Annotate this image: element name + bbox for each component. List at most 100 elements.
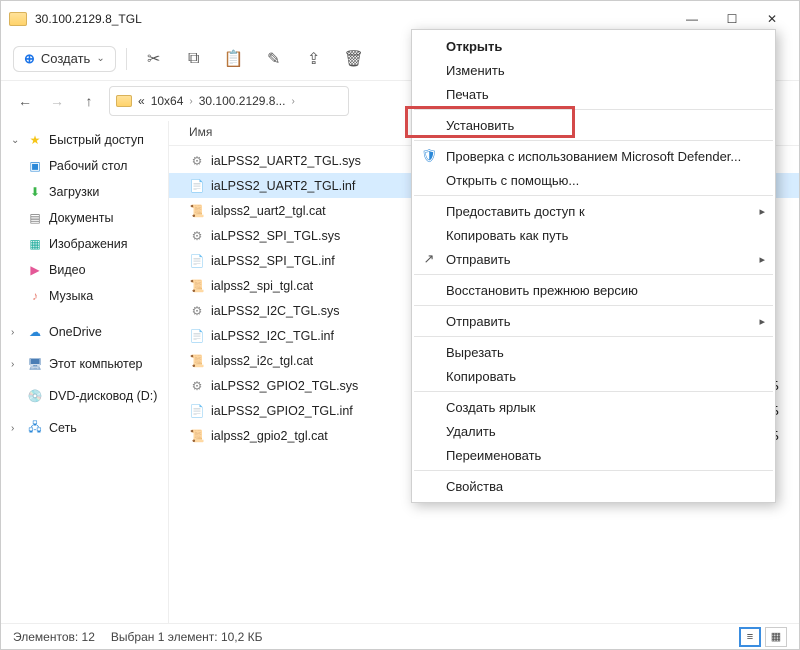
download-icon: ⬇	[27, 184, 43, 200]
new-button-label: Создать	[41, 51, 90, 66]
separator	[414, 336, 773, 337]
window-title: 30.100.2129.8_TGL	[35, 12, 673, 26]
forward-button[interactable]: →	[45, 89, 69, 113]
sidebar-item-onedrive[interactable]: › ☁ OneDrive	[1, 319, 168, 345]
ctx-create-shortcut[interactable]: Создать ярлык	[412, 395, 775, 419]
view-details-button[interactable]: ≡	[739, 627, 761, 647]
ctx-copy[interactable]: Копировать	[412, 364, 775, 388]
view-icons-button[interactable]: ▦	[765, 627, 787, 647]
sidebar-label: Загрузки	[49, 185, 99, 199]
document-icon: ▤	[27, 210, 43, 226]
disc-icon: 💿	[27, 388, 43, 404]
file-icon: ⚙	[189, 153, 205, 169]
chevron-right-icon: ›	[11, 327, 21, 338]
sidebar-item-this-pc[interactable]: › 🖥 Этот компьютер	[1, 351, 168, 377]
breadcrumb-2[interactable]: 30.100.2129.8...	[199, 94, 286, 108]
sidebar: ⌄ ★ Быстрый доступ ▣ Рабочий стол ⬇ Загр…	[1, 121, 169, 623]
file-name: iaLPSS2_SPI_TGL.sys	[211, 229, 340, 243]
separator	[414, 195, 773, 196]
file-name: ialpss2_gpio2_tgl.cat	[211, 429, 328, 443]
ctx-restore-version[interactable]: Восстановить прежнюю версию	[412, 278, 775, 302]
ctx-cut[interactable]: Вырезать	[412, 340, 775, 364]
breadcrumb-1[interactable]: 10x64	[151, 94, 184, 108]
sidebar-item-videos[interactable]: ▶ Видео	[1, 257, 168, 283]
file-name: iaLPSS2_UART2_TGL.sys	[211, 154, 361, 168]
cut-icon[interactable]: ✂	[137, 44, 171, 74]
chevron-icon: ›	[189, 96, 192, 107]
video-icon: ▶	[27, 262, 43, 278]
breadcrumb-pre: «	[138, 94, 145, 108]
copy-icon[interactable]: ⧉	[177, 44, 211, 74]
sidebar-label: Музыка	[49, 289, 93, 303]
ctx-open[interactable]: Открыть	[412, 34, 775, 58]
picture-icon: ▦	[27, 236, 43, 252]
ctx-rename[interactable]: Переименовать	[412, 443, 775, 467]
share-icon[interactable]: ⇪	[297, 44, 331, 74]
sidebar-item-dvd[interactable]: 💿 DVD-дисковод (D:)	[1, 383, 168, 409]
file-name: iaLPSS2_I2C_TGL.inf	[211, 329, 334, 343]
sidebar-item-desktop[interactable]: ▣ Рабочий стол	[1, 153, 168, 179]
sidebar-label: Документы	[49, 211, 113, 225]
ctx-properties[interactable]: Свойства	[412, 474, 775, 498]
sidebar-item-network[interactable]: › 🖧 Сеть	[1, 415, 168, 441]
plus-icon: ⊕	[24, 51, 35, 67]
chevron-icon: ›	[291, 96, 294, 107]
chevron-down-icon: ⌄	[96, 53, 104, 64]
ctx-give-access[interactable]: Предоставить доступ к	[412, 199, 775, 223]
file-name: ialpss2_uart2_tgl.cat	[211, 204, 326, 218]
address-bar[interactable]: « 10x64 › 30.100.2129.8... ›	[109, 86, 349, 116]
file-name: iaLPSS2_SPI_TGL.inf	[211, 254, 335, 268]
sidebar-label: Изображения	[49, 237, 128, 251]
file-icon: 📜	[189, 428, 205, 444]
file-name: iaLPSS2_GPIO2_TGL.sys	[211, 379, 358, 393]
sidebar-item-documents[interactable]: ▤ Документы	[1, 205, 168, 231]
file-icon: 📄	[189, 253, 205, 269]
pc-icon: 🖥	[27, 356, 43, 372]
file-name: ialpss2_i2c_tgl.cat	[211, 354, 313, 368]
ctx-open-with[interactable]: Открыть с помощью...	[412, 168, 775, 192]
new-button[interactable]: ⊕ Создать ⌄	[13, 46, 116, 72]
file-icon: 📜	[189, 353, 205, 369]
back-button[interactable]: ←	[13, 89, 37, 113]
sidebar-item-downloads[interactable]: ⬇ Загрузки	[1, 179, 168, 205]
desktop-icon: ▣	[27, 158, 43, 174]
separator	[414, 305, 773, 306]
up-button[interactable]: ↑	[77, 89, 101, 113]
ctx-delete[interactable]: Удалить	[412, 419, 775, 443]
ctx-edit[interactable]: Изменить	[412, 58, 775, 82]
sidebar-label: Сеть	[49, 421, 77, 435]
delete-icon[interactable]: 🗑	[337, 44, 371, 74]
file-name: iaLPSS2_I2C_TGL.sys	[211, 304, 340, 318]
sidebar-label: DVD-дисковод (D:)	[49, 389, 157, 403]
sidebar-label: Быстрый доступ	[49, 133, 144, 147]
separator	[414, 140, 773, 141]
file-icon: ⚙	[189, 378, 205, 394]
file-icon: 📄	[189, 178, 205, 194]
file-name: iaLPSS2_GPIO2_TGL.inf	[211, 404, 353, 418]
column-header-name[interactable]: Имя	[189, 125, 212, 139]
ctx-defender[interactable]: 🛡Проверка с использованием Microsoft Def…	[412, 144, 775, 168]
status-bar: Элементов: 12 Выбран 1 элемент: 10,2 КБ …	[1, 623, 799, 649]
ctx-copy-path[interactable]: Копировать как путь	[412, 223, 775, 247]
folder-icon	[9, 12, 27, 26]
paste-icon[interactable]: 📋	[217, 44, 251, 74]
cloud-icon: ☁	[27, 324, 43, 340]
file-icon: 📄	[189, 403, 205, 419]
separator	[414, 274, 773, 275]
chevron-right-icon: ›	[11, 423, 21, 434]
sidebar-item-quick-access[interactable]: ⌄ ★ Быстрый доступ	[1, 127, 168, 153]
sidebar-item-music[interactable]: ♪ Музыка	[1, 283, 168, 309]
sidebar-item-pictures[interactable]: ▦ Изображения	[1, 231, 168, 257]
chevron-down-icon: ⌄	[11, 135, 21, 146]
rename-icon[interactable]: ✎	[257, 44, 291, 74]
ctx-send-to[interactable]: Отправить	[412, 309, 775, 333]
file-icon: 📜	[189, 278, 205, 294]
status-selection: Выбран 1 элемент: 10,2 КБ	[111, 630, 263, 644]
ctx-print[interactable]: Печать	[412, 82, 775, 106]
file-icon: 📜	[189, 203, 205, 219]
highlight-box	[405, 106, 575, 138]
divider	[126, 48, 127, 70]
file-name: ialpss2_spi_tgl.cat	[211, 279, 313, 293]
sidebar-label: Этот компьютер	[49, 357, 142, 371]
ctx-send[interactable]: ↗Отправить	[412, 247, 775, 271]
